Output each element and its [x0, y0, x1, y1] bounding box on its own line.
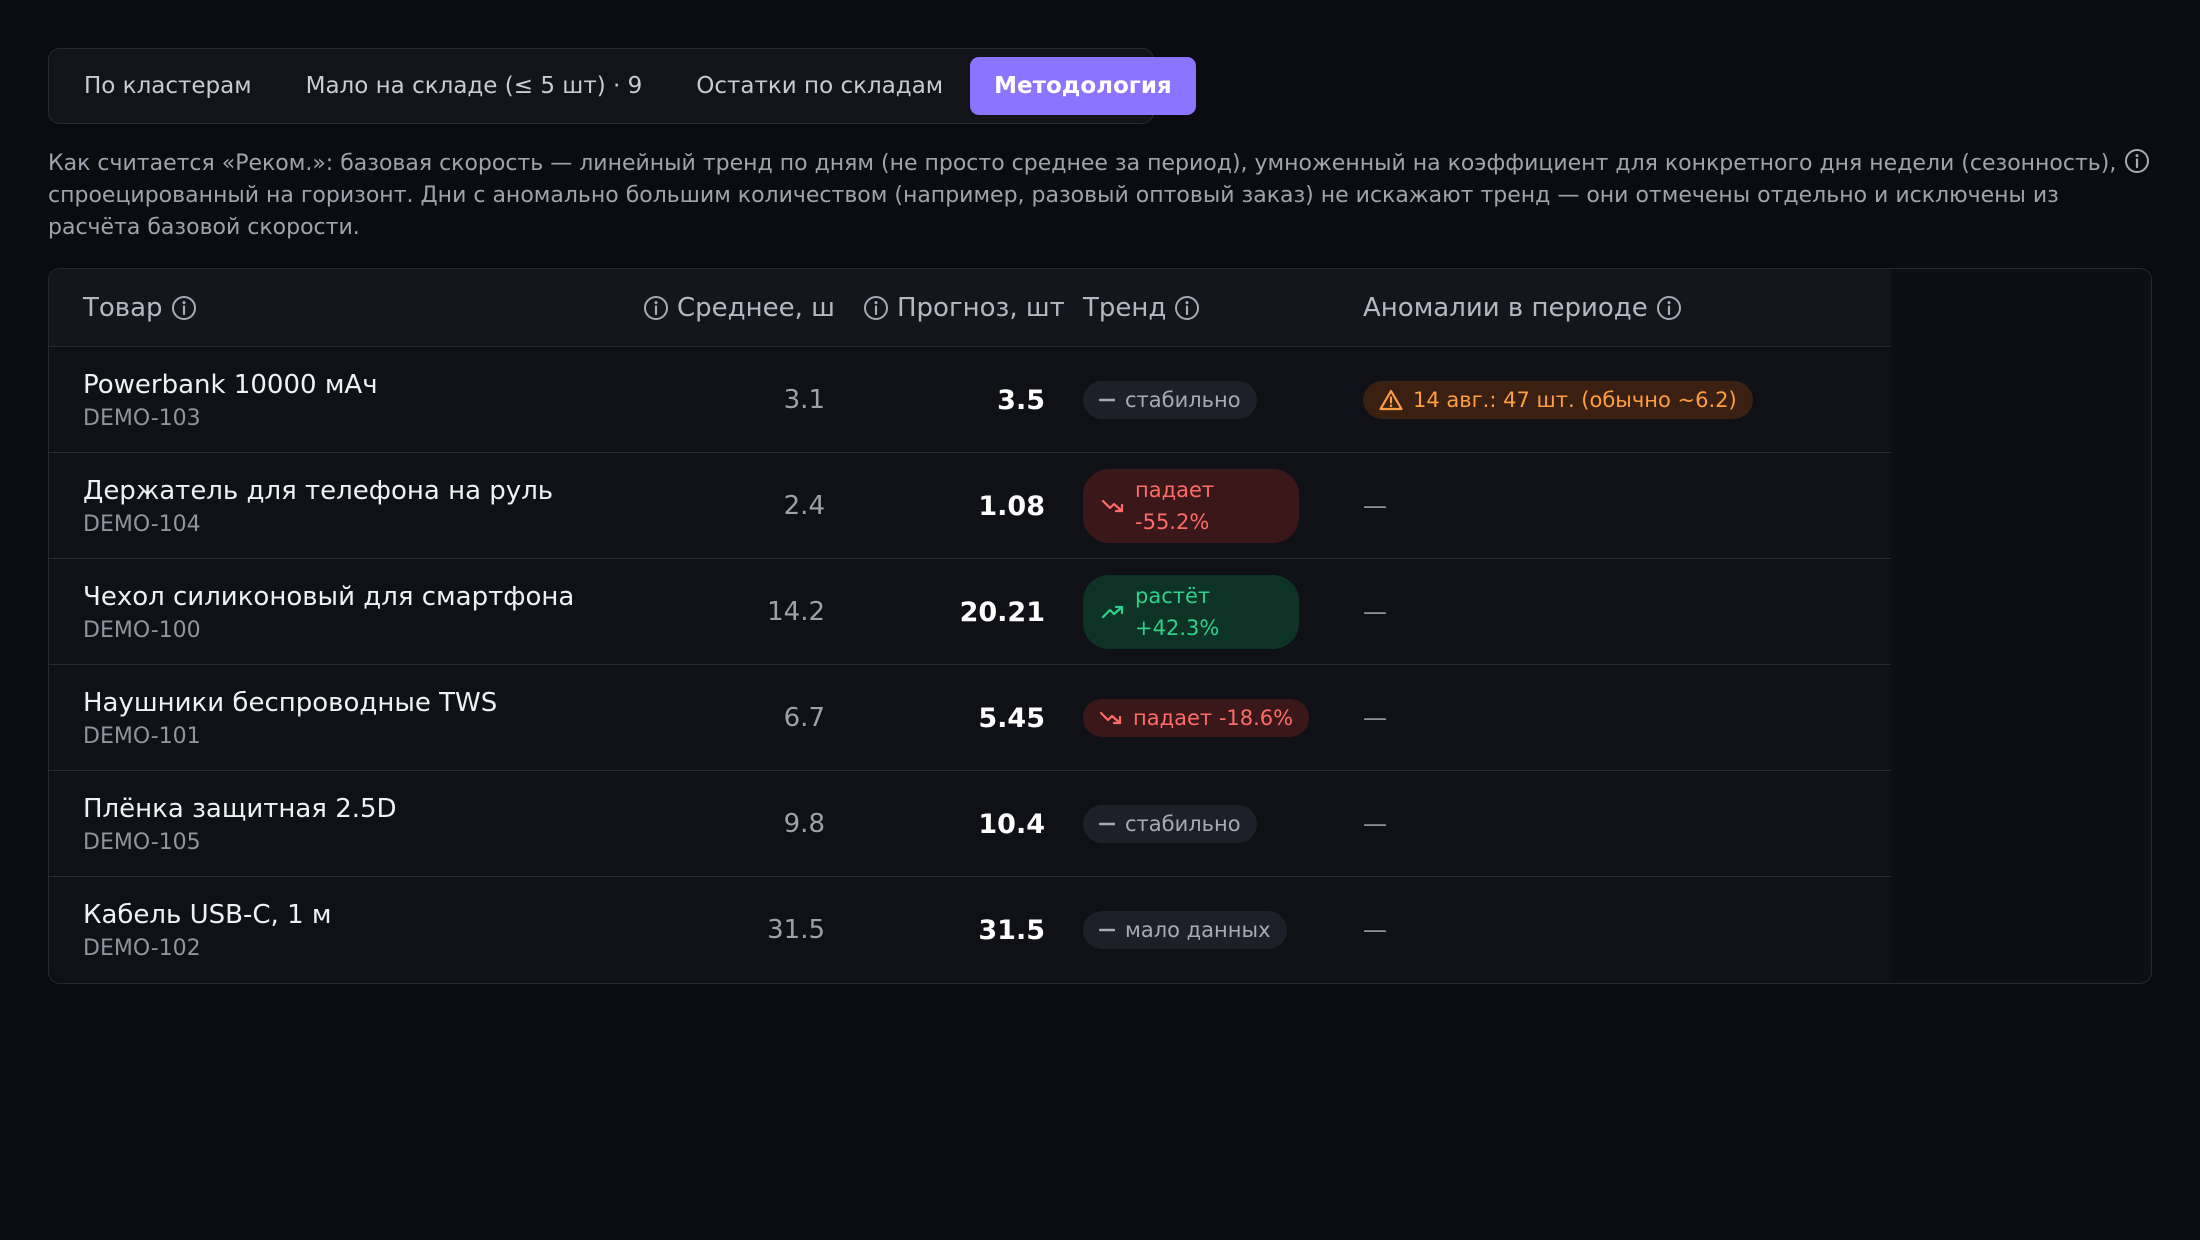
page: По кластерам Мало на складе (≤ 5 шт) · 9…	[0, 0, 2200, 1240]
info-icon[interactable]	[171, 295, 197, 321]
forecast-value: 31.5	[978, 914, 1045, 946]
trend-cell: стабильно	[1083, 771, 1257, 877]
dash-icon	[1099, 398, 1115, 402]
trend-label: растёт	[1135, 584, 1211, 608]
info-icon[interactable]	[2124, 148, 2150, 174]
table-row[interactable]: Наушники беспроводные TWS DEMO-101 6.7 5…	[49, 665, 1891, 771]
product-sku: DEMO-100	[83, 617, 201, 643]
trend-label: падает -18.6%	[1133, 706, 1294, 730]
product-sku: DEMO-102	[83, 935, 201, 961]
header-avg[interactable]: Среднее, ш	[643, 269, 879, 347]
trend-label-group: падает -55.2%	[1135, 474, 1214, 538]
trend-percent: +42.3%	[1135, 616, 1220, 640]
tab-methodology[interactable]: Методология	[970, 57, 1196, 115]
header-forecast[interactable]: Прогноз, шт	[863, 269, 1099, 347]
anomaly-cell: 14 авг.: 47 шт. (обычно ~6.2)	[1363, 347, 1753, 453]
trend-cell: падает -18.6%	[1083, 665, 1310, 771]
product-name: Кабель USB-C, 1 м	[83, 899, 332, 930]
product-sku: DEMO-101	[83, 723, 201, 749]
anomaly-cell: —	[1363, 492, 1387, 520]
avg-value: 6.7	[783, 703, 825, 733]
trend-label: стабильно	[1125, 388, 1241, 412]
trend-badge: мало данных	[1083, 911, 1287, 949]
trend-badge: стабильно	[1083, 805, 1257, 843]
product-name: Powerbank 10000 мАч	[83, 369, 378, 400]
product-name: Держатель для телефона на руль	[83, 475, 554, 506]
info-icon[interactable]	[643, 295, 669, 321]
trend-label: стабильно	[1125, 812, 1241, 836]
trend-cell: стабильно	[1083, 347, 1257, 453]
tab-low-stock[interactable]: Мало на складе (≤ 5 шт) · 9	[279, 57, 670, 115]
trend-label-group: растёт +42.3%	[1135, 580, 1219, 644]
table-header: Товар Среднее, ш Прогноз, шт Тренд Анома…	[49, 269, 1891, 347]
forecast-table: Товар Среднее, ш Прогноз, шт Тренд Анома…	[48, 268, 2152, 984]
product-sku: DEMO-104	[83, 511, 201, 537]
forecast-value: 10.4	[978, 808, 1045, 840]
table-row[interactable]: Чехол силиконовый для смартфона DEMO-100…	[49, 559, 1891, 665]
avg-value: 9.8	[783, 809, 825, 839]
header-avg-label: Среднее, ш	[677, 293, 835, 323]
table-row[interactable]: Держатель для телефона на руль DEMO-104 …	[49, 453, 1891, 559]
tab-bar: По кластерам Мало на складе (≤ 5 шт) · 9…	[48, 48, 1196, 124]
trend-cell: растёт +42.3%	[1083, 559, 1299, 665]
table-row[interactable]: Плёнка защитная 2.5D DEMO-105 9.8 10.4 с…	[49, 771, 1891, 877]
header-trend-label: Тренд	[1083, 293, 1167, 323]
trending-down-icon	[1101, 498, 1125, 514]
table-row[interactable]: Кабель USB-C, 1 м DEMO-102 31.5 31.5 мал…	[49, 877, 1891, 983]
product-cell: Плёнка защитная 2.5D DEMO-105	[83, 771, 397, 877]
anomaly-badge[interactable]: 14 авг.: 47 шт. (обычно ~6.2)	[1363, 381, 1753, 419]
dash-icon	[1099, 928, 1115, 932]
header-anomalies-label: Аномалии в периоде	[1363, 293, 1648, 323]
trend-cell: мало данных	[1083, 877, 1287, 983]
tab-warehouse-stock[interactable]: Остатки по складам	[669, 57, 970, 115]
avg-value: 31.5	[767, 915, 825, 945]
trend-badge: падает -18.6%	[1083, 699, 1310, 737]
methodology-description: Как считается «Реком.»: базовая скорость…	[48, 151, 2117, 240]
header-product-label: Товар	[83, 293, 163, 323]
trend-cell: падает -55.2%	[1083, 453, 1299, 559]
forecast-value: 3.5	[997, 384, 1045, 416]
avg-value: 14.2	[767, 597, 825, 627]
avg-value: 2.4	[783, 491, 825, 521]
anomaly-cell: —	[1363, 598, 1387, 626]
product-name: Наушники беспроводные TWS	[83, 687, 498, 718]
header-trend[interactable]: Тренд	[1083, 269, 1200, 347]
forecast-value: 1.08	[978, 490, 1045, 522]
product-name: Плёнка защитная 2.5D	[83, 793, 397, 824]
trend-badge: стабильно	[1083, 381, 1257, 419]
product-cell: Кабель USB-C, 1 м DEMO-102	[83, 877, 332, 983]
anomaly-cell: —	[1363, 704, 1387, 732]
dash-icon	[1099, 822, 1115, 826]
tab-by-clusters[interactable]: По кластерам	[57, 57, 279, 115]
anomaly-cell: —	[1363, 916, 1387, 944]
product-cell: Держатель для телефона на руль DEMO-104	[83, 453, 553, 559]
header-product[interactable]: Товар	[83, 269, 197, 347]
product-sku: DEMO-103	[83, 405, 201, 431]
forecast-value: 20.21	[959, 596, 1045, 628]
info-icon[interactable]	[863, 295, 889, 321]
info-icon[interactable]	[1174, 295, 1200, 321]
info-icon[interactable]	[1656, 295, 1682, 321]
anomaly-label: 14 авг.: 47 шт. (обычно ~6.2)	[1413, 388, 1737, 412]
header-anomalies[interactable]: Аномалии в периоде	[1363, 269, 1682, 347]
anomaly-cell: —	[1363, 810, 1387, 838]
product-sku: DEMO-105	[83, 829, 201, 855]
trend-percent: -55.2%	[1135, 510, 1210, 534]
product-cell: Чехол силиконовый для смартфона DEMO-100	[83, 559, 574, 665]
trend-badge: падает -55.2%	[1083, 469, 1299, 543]
trend-label: мало данных	[1125, 918, 1271, 942]
table-row[interactable]: Powerbank 10000 мАч DEMO-103 3.1 3.5 ста…	[49, 347, 1891, 453]
trending-up-icon	[1101, 604, 1125, 620]
forecast-value: 5.45	[978, 702, 1045, 734]
product-cell: Наушники беспроводные TWS DEMO-101	[83, 665, 497, 771]
trending-down-icon	[1099, 710, 1123, 726]
trend-label: падает	[1135, 478, 1215, 502]
header-forecast-label: Прогноз, шт	[897, 293, 1065, 323]
avg-value: 3.1	[783, 385, 825, 415]
trend-badge: растёт +42.3%	[1083, 575, 1299, 649]
product-cell: Powerbank 10000 мАч DEMO-103	[83, 347, 378, 453]
warning-triangle-icon	[1379, 389, 1403, 411]
product-name: Чехол силиконовый для смартфона	[83, 581, 575, 612]
